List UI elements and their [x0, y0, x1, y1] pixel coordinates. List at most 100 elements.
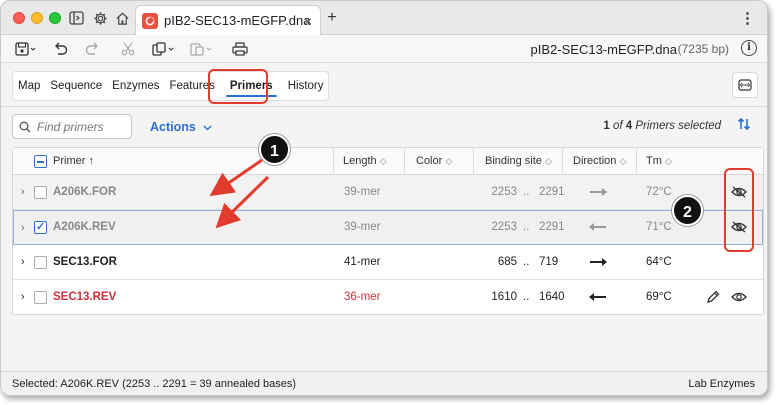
tab-sequence[interactable]: Sequence	[45, 71, 107, 101]
zoom-window-button[interactable]	[49, 12, 61, 24]
actions-menu-button[interactable]: Actions	[150, 120, 212, 134]
column-length-label: Length	[343, 155, 377, 167]
column-divider	[636, 148, 637, 175]
actions-label: Actions	[150, 120, 196, 134]
binding-site-end: 719	[539, 256, 559, 268]
binding-site-start: 685	[497, 256, 517, 268]
sidebar-toggle-icon[interactable]	[67, 9, 85, 27]
row-checkbox[interactable]	[34, 291, 47, 304]
reverse-arrow-icon	[589, 210, 606, 245]
binding-site-separator: ..	[523, 291, 530, 303]
selection-current: 1	[603, 120, 610, 132]
eye-icon[interactable]	[731, 291, 747, 306]
snapgene-app-icon	[142, 12, 158, 29]
primer-length: 39-mer	[344, 186, 381, 198]
table-row[interactable]: › SEC13.FOR 41-mer 685 .. 719 64°C	[13, 245, 763, 280]
close-tab-icon[interactable]: ×	[304, 13, 312, 29]
search-input[interactable]	[37, 119, 125, 134]
table-row[interactable]: › SEC13.REV 36-mer 1610 .. 1640 69°C	[13, 280, 763, 315]
undo-icon[interactable]	[53, 40, 68, 58]
expand-row-icon[interactable]: ›	[21, 245, 25, 280]
sort-chevron-icon: ◇	[445, 156, 453, 166]
selection-suffix: Primers selected	[635, 120, 721, 132]
column-header-length[interactable]: Length ◇	[343, 148, 387, 175]
column-header-direction[interactable]: Direction ◇	[573, 148, 626, 175]
tab-map[interactable]: Map	[13, 71, 45, 101]
column-header-tm[interactable]: Tm ◇	[646, 148, 672, 175]
expand-row-icon[interactable]: ›	[21, 211, 25, 246]
primers-tab-highlight	[208, 69, 268, 104]
primer-tm: 72°C	[646, 186, 672, 198]
row-checkbox[interactable]	[34, 256, 47, 269]
status-bar: Selected: A206K.REV (2253 .. 2291 = 39 a…	[1, 371, 767, 395]
app-window: pIB2-SEC13-mEGFP.dna × + ⋮ pIB2-SEC13-mE…	[0, 0, 768, 396]
column-divider	[473, 148, 474, 175]
column-header-primer[interactable]: Primer ↑	[53, 148, 94, 175]
search-icon	[19, 121, 31, 132]
search-box[interactable]	[12, 114, 132, 139]
table-header: Primer ↑ Length ◇ Color ◇ Binding site ◇…	[13, 148, 763, 175]
file-size: (7235 bp)	[677, 42, 729, 56]
more-menu-icon[interactable]: ⋮	[740, 9, 755, 27]
primer-length: 41-mer	[344, 256, 381, 268]
view-tabs: Map Sequence Enzymes Features Primers Hi…	[12, 71, 330, 101]
primer-length: 39-mer	[344, 221, 381, 233]
cut-icon[interactable]	[121, 40, 135, 58]
panel-toggle-button[interactable]	[732, 72, 758, 98]
row-checkbox[interactable]	[34, 186, 47, 199]
selection-total: 4	[625, 120, 633, 132]
primers-table: Primer ↑ Length ◇ Color ◇ Binding site ◇…	[12, 147, 764, 315]
column-divider	[404, 148, 405, 175]
new-tab-button[interactable]: +	[323, 9, 341, 27]
file-name: pIB2-SEC13-mEGFP.dna	[530, 42, 677, 57]
document-tab[interactable]: pIB2-SEC13-mEGFP.dna ×	[135, 5, 321, 35]
column-tm-label: Tm	[646, 155, 662, 167]
primer-name: A206K.REV	[53, 221, 116, 233]
expand-row-icon[interactable]: ›	[21, 175, 25, 210]
binding-site-separator: ..	[523, 186, 530, 198]
primer-name: SEC13.REV	[53, 291, 117, 303]
sort-order-icon[interactable]	[737, 117, 751, 135]
enzyme-set-label[interactable]: Lab Enzymes	[688, 378, 755, 390]
sort-chevron-icon: ◇	[619, 156, 627, 166]
column-divider	[562, 148, 563, 175]
paste-icon[interactable]	[190, 40, 214, 58]
tab-history[interactable]: History	[283, 71, 329, 101]
column-color-label: Color	[416, 155, 443, 167]
forward-arrow-icon	[590, 175, 607, 210]
selection-status: Selected: A206K.REV (2253 .. 2291 = 39 a…	[12, 378, 297, 390]
tab-enzymes[interactable]: Enzymes	[107, 71, 164, 101]
document-tab-title: pIB2-SEC13-mEGFP.dna	[164, 13, 311, 28]
gear-icon[interactable]	[91, 9, 109, 27]
column-header-color[interactable]: Color ◇	[416, 148, 452, 175]
row-checkbox-checked[interactable]	[34, 220, 47, 234]
home-icon[interactable]	[113, 9, 131, 27]
expand-row-icon[interactable]: ›	[21, 280, 25, 315]
table-row[interactable]: › A206K.FOR 39-mer 2253 .. 2291 72°C	[13, 175, 763, 210]
minimize-window-button[interactable]	[31, 12, 43, 24]
print-icon[interactable]	[232, 40, 248, 58]
primer-name: SEC13.FOR	[53, 256, 117, 268]
primer-tm: 71°C	[646, 221, 672, 233]
sort-chevron-icon: ◇	[544, 156, 552, 166]
pencil-icon[interactable]	[706, 290, 720, 307]
info-icon[interactable]: i	[741, 40, 757, 56]
copy-icon[interactable]	[152, 40, 176, 58]
title-bar: pIB2-SEC13-mEGFP.dna × + ⋮	[1, 1, 767, 35]
column-divider	[333, 148, 334, 175]
primer-length: 36-mer	[344, 291, 381, 303]
close-window-button[interactable]	[13, 12, 25, 24]
primer-tm: 64°C	[646, 256, 672, 268]
redo-icon[interactable]	[85, 40, 100, 58]
chevron-down-icon	[203, 125, 212, 131]
column-binding-label: Binding site	[485, 155, 542, 167]
table-row-selected[interactable]: › A206K.REV 39-mer 2253 .. 2291 71°C	[13, 210, 763, 245]
select-all-checkbox[interactable]	[34, 155, 47, 168]
sort-chevron-icon: ◇	[379, 156, 387, 166]
binding-site-start: 2253	[491, 186, 517, 198]
binding-site-separator: ..	[523, 221, 530, 233]
column-header-binding-site[interactable]: Binding site ◇	[485, 148, 552, 175]
column-direction-label: Direction	[573, 155, 617, 167]
binding-site-separator: ..	[523, 256, 530, 268]
save-icon[interactable]	[15, 40, 37, 58]
